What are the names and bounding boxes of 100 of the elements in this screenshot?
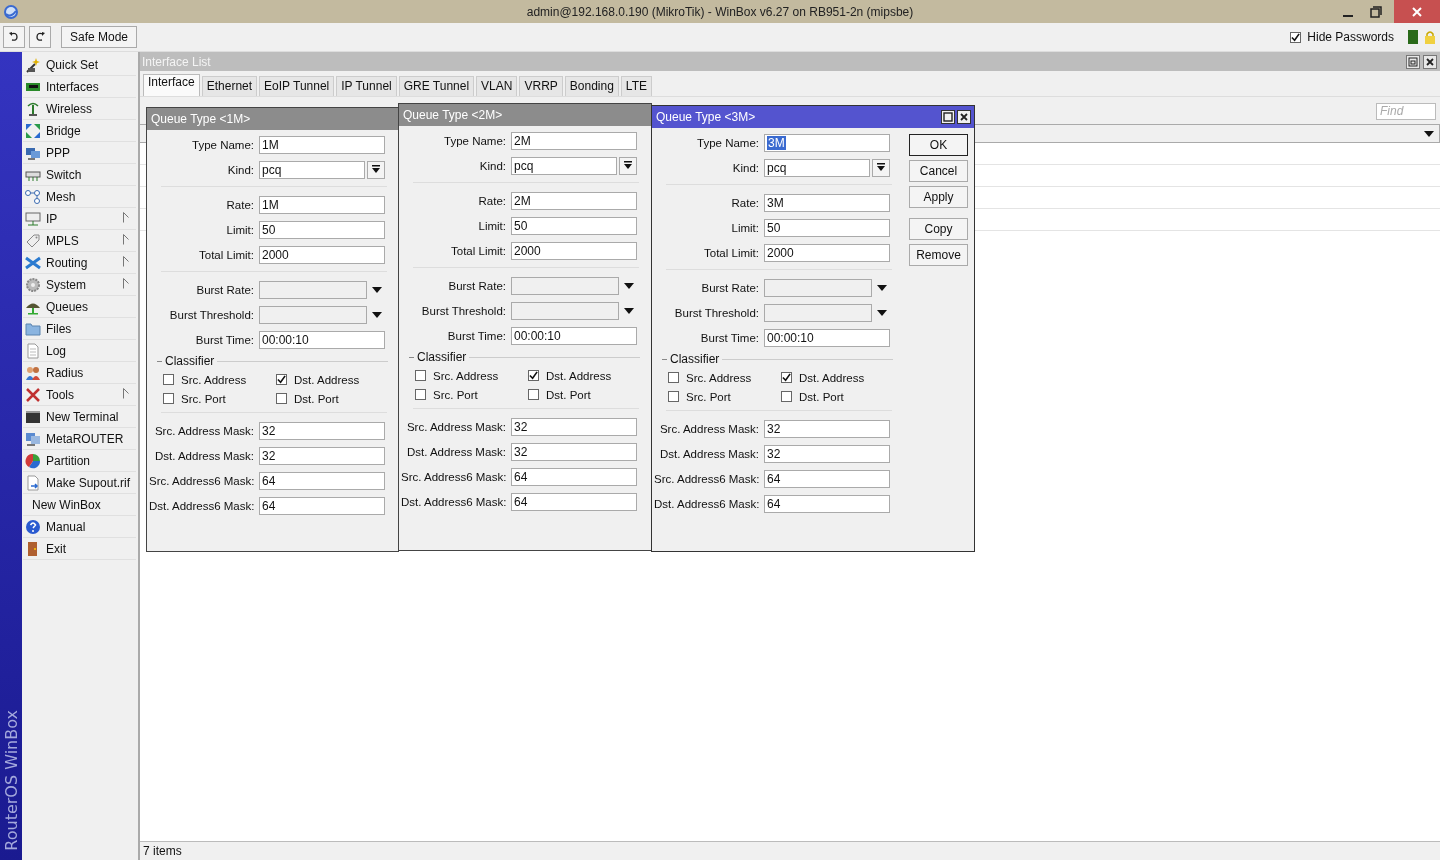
- maximize-button[interactable]: [941, 110, 955, 124]
- input-field[interactable]: 64: [764, 469, 890, 488]
- tab[interactable]: VRRP: [519, 76, 563, 96]
- sidebar-item[interactable]: Make Supout.rif: [23, 472, 136, 494]
- input-field[interactable]: 50: [259, 220, 385, 239]
- input-field[interactable]: 2000: [259, 245, 385, 264]
- input-field[interactable]: 3M: [764, 193, 890, 212]
- input-field[interactable]: 50: [764, 218, 890, 237]
- dropdown-arrow-icon[interactable]: [877, 309, 887, 316]
- crossed-arrows-icon: [25, 254, 41, 271]
- redo-button[interactable]: [29, 26, 51, 48]
- field-label: Burst Threshold:: [420, 304, 507, 317]
- input-field[interactable]: 2000: [511, 241, 637, 260]
- dropdown-field[interactable]: [764, 303, 872, 322]
- dropdown-arrow-icon[interactable]: [624, 307, 634, 314]
- field-label: Rate:: [225, 198, 255, 211]
- dropdown-arrow-icon[interactable]: [372, 286, 382, 293]
- input-field[interactable]: 2000: [764, 243, 890, 262]
- dropdown-arrow-icon[interactable]: [624, 282, 634, 289]
- dropdown-field[interactable]: [259, 305, 367, 324]
- select-field[interactable]: pcq: [259, 160, 365, 179]
- computers-icon: [25, 430, 41, 447]
- dialog-button[interactable]: Cancel: [909, 160, 968, 182]
- input-field[interactable]: 32: [511, 442, 637, 461]
- dropdown-arrow-icon[interactable]: [1424, 130, 1434, 137]
- checkbox[interactable]: [276, 374, 287, 385]
- input-field[interactable]: 32: [511, 417, 637, 436]
- dropdown-button[interactable]: [367, 160, 385, 179]
- input-field[interactable]: 2M: [511, 131, 637, 150]
- checkbox[interactable]: [163, 374, 174, 385]
- dialog-button[interactable]: Remove: [909, 244, 968, 266]
- select-field[interactable]: pcq: [511, 156, 617, 175]
- input-field[interactable]: 64: [259, 496, 385, 515]
- input-field[interactable]: 3M: [764, 133, 890, 152]
- select-field[interactable]: pcq: [764, 158, 870, 177]
- tab[interactable]: IP Tunnel: [336, 76, 397, 96]
- tab[interactable]: Interface: [143, 74, 200, 96]
- input-field[interactable]: 64: [511, 467, 637, 486]
- checkbox[interactable]: [276, 393, 287, 404]
- checkbox-label: Src. Address: [181, 373, 247, 386]
- undo-button[interactable]: [3, 26, 25, 48]
- input-field[interactable]: 64: [259, 471, 385, 490]
- checkbox[interactable]: [1290, 31, 1302, 43]
- sidebar-item[interactable]: Log: [23, 340, 136, 362]
- input-field[interactable]: 32: [764, 444, 890, 463]
- dialog-title: Queue Type <2M>: [403, 108, 504, 122]
- tab[interactable]: VLAN: [476, 76, 518, 96]
- dropdown-arrow-icon[interactable]: [877, 284, 887, 291]
- dialog-button[interactable]: Apply: [909, 186, 968, 208]
- dropdown-field[interactable]: [764, 278, 872, 297]
- tab[interactable]: GRE Tunnel: [398, 76, 475, 96]
- input-field[interactable]: 32: [259, 421, 385, 440]
- checkbox[interactable]: [528, 389, 539, 400]
- input-field[interactable]: 1M: [259, 195, 385, 214]
- dropdown-arrow-icon: [877, 163, 885, 172]
- input-field[interactable]: 32: [259, 446, 385, 465]
- find-field[interactable]: Find: [1376, 102, 1436, 120]
- status-bar-icon: [1408, 30, 1418, 44]
- checkbox-label: Dst. Port: [294, 392, 339, 405]
- checkbox[interactable]: [163, 393, 174, 404]
- group-label: Classifier: [165, 354, 215, 368]
- checkbox-label: Dst. Port: [546, 388, 591, 401]
- dropdown-button[interactable]: [619, 156, 637, 175]
- checkbox[interactable]: [528, 370, 539, 381]
- checkbox[interactable]: [668, 391, 679, 402]
- field-label: Kind:: [478, 159, 507, 172]
- restore-button[interactable]: [1406, 54, 1420, 69]
- tab[interactable]: LTE: [620, 76, 652, 96]
- checkbox[interactable]: [668, 372, 679, 383]
- checkbox[interactable]: [781, 391, 792, 402]
- field-label: Total Limit:: [450, 244, 507, 257]
- checkbox[interactable]: [415, 389, 426, 400]
- input-field[interactable]: 1M: [259, 135, 385, 154]
- tab[interactable]: Bonding: [564, 76, 619, 96]
- input-field[interactable]: 00:00:10: [259, 330, 385, 349]
- input-field[interactable]: 00:00:10: [511, 326, 637, 345]
- tab[interactable]: Ethernet: [201, 76, 258, 96]
- input-field[interactable]: 64: [511, 492, 637, 511]
- input-field[interactable]: 00:00:10: [764, 328, 890, 347]
- input-field[interactable]: 2M: [511, 191, 637, 210]
- checkbox[interactable]: [781, 372, 792, 383]
- input-field[interactable]: 64: [764, 494, 890, 513]
- input-field[interactable]: 50: [511, 216, 637, 235]
- dropdown-button[interactable]: [872, 158, 890, 177]
- lock-icon: [1424, 30, 1436, 44]
- brand-label: RouterOS WinBox: [1, 710, 21, 851]
- dialog-button[interactable]: Copy: [909, 218, 968, 240]
- dropdown-field[interactable]: [259, 280, 367, 299]
- field-label: Rate:: [730, 196, 760, 209]
- dropdown-field[interactable]: [511, 301, 619, 320]
- close-button[interactable]: [957, 110, 971, 124]
- checkbox[interactable]: [415, 370, 426, 381]
- dropdown-field[interactable]: [511, 276, 619, 295]
- dialog-button[interactable]: OK: [909, 134, 968, 156]
- dropdown-arrow-icon[interactable]: [372, 311, 382, 318]
- close-button[interactable]: [1423, 54, 1437, 69]
- safe-mode-button[interactable]: Safe Mode: [61, 26, 138, 48]
- input-field[interactable]: 32: [764, 419, 890, 438]
- antenna-icon: [25, 100, 41, 117]
- tab[interactable]: EoIP Tunnel: [259, 76, 335, 96]
